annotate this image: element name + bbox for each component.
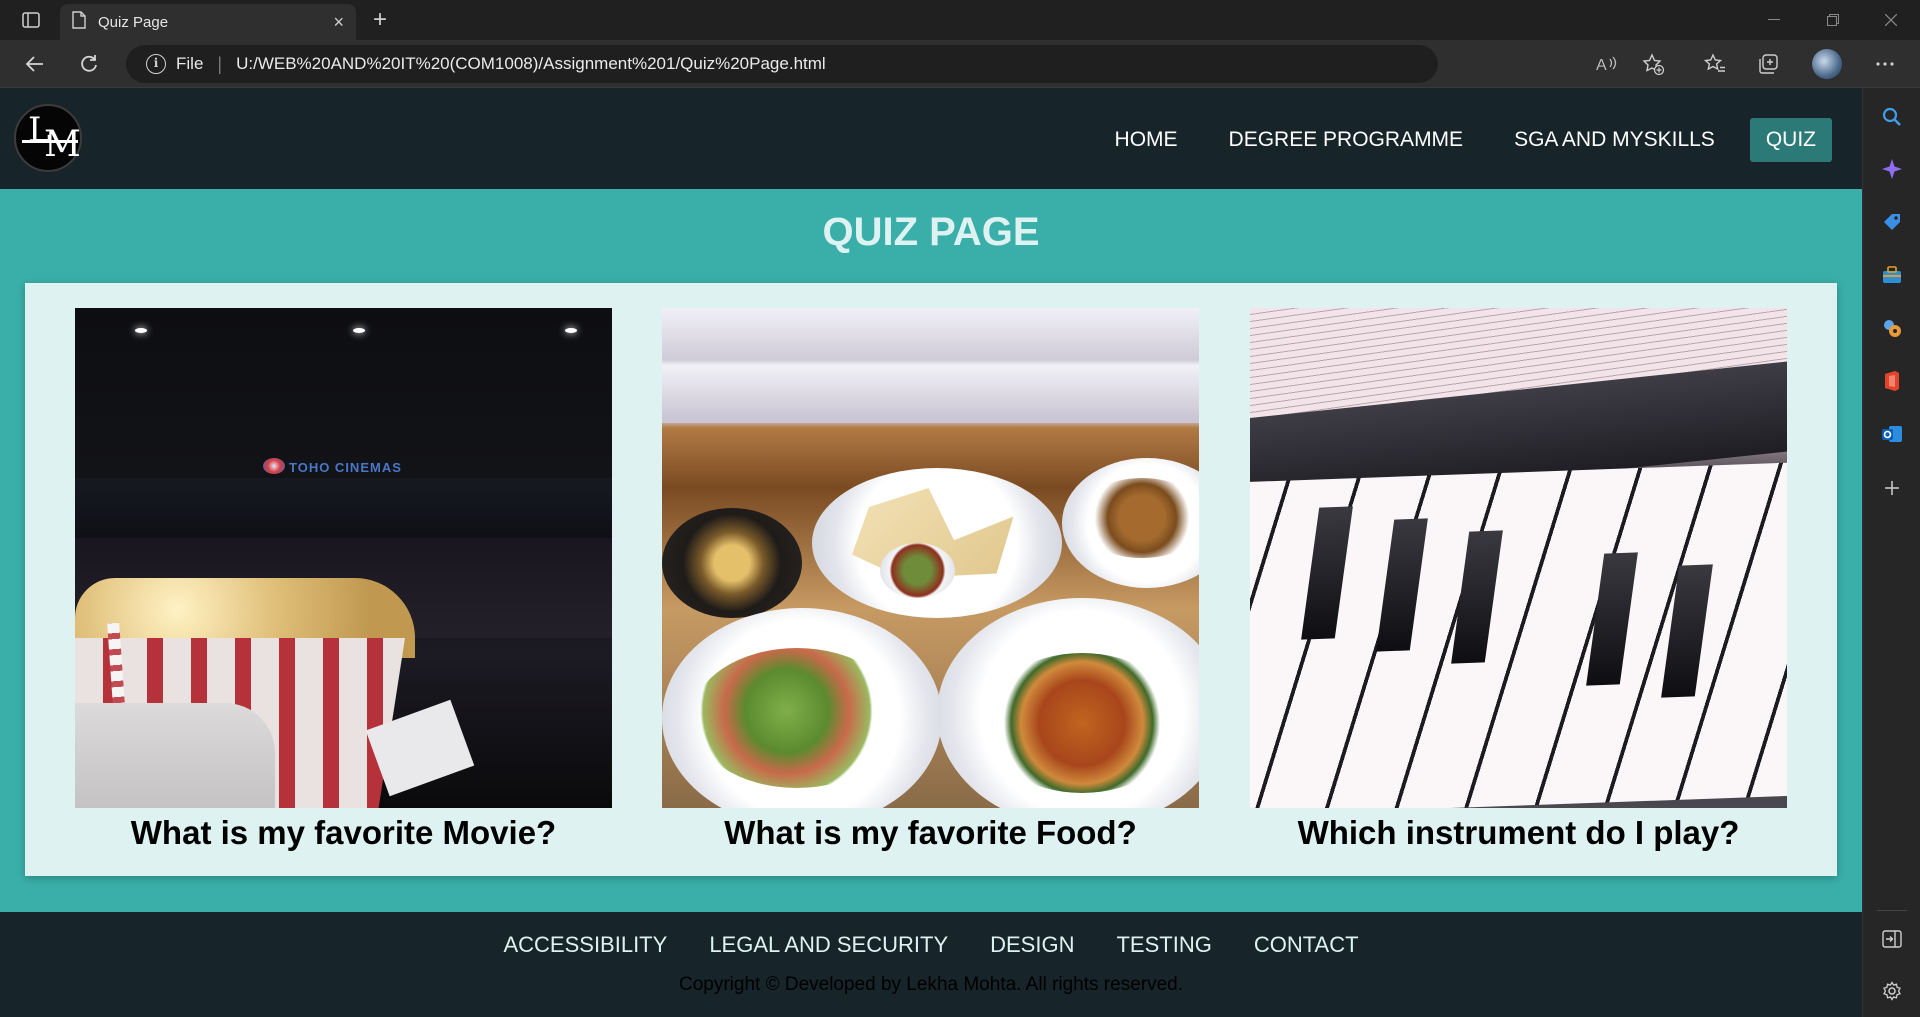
restaurant-seat — [662, 308, 1199, 423]
nav-sga-and-myskills[interactable]: SGA AND MYSKILLS — [1498, 118, 1731, 162]
copilot-icon[interactable] — [1879, 156, 1905, 182]
site-nav: HOME DEGREE PROGRAMME SGA AND MYSKILLS Q… — [1080, 118, 1862, 162]
svg-text:A: A — [1596, 57, 1607, 73]
games-icon[interactable] — [1879, 315, 1905, 341]
info-icon[interactable]: i — [146, 54, 166, 74]
back-arrow-icon[interactable] — [18, 48, 52, 80]
site-logo[interactable]: L M — [14, 104, 82, 172]
profile-icon[interactable] — [1812, 49, 1842, 79]
footer-link-contact[interactable]: CONTACT — [1254, 932, 1359, 958]
copyright-text: Copyright © Developed by Lekha Mohta. Al… — [678, 974, 1184, 995]
pasta — [982, 653, 1182, 793]
footer-link-testing[interactable]: TESTING — [1116, 932, 1211, 958]
page-title: QUIZ PAGE — [822, 210, 1040, 254]
browser-toolbar: i File | U:/WEB%20AND%20IT%20(COM1008)/A… — [0, 40, 1920, 88]
tools-icon[interactable] — [1879, 262, 1905, 288]
piano-keys-photo[interactable] — [1250, 308, 1787, 808]
office-icon[interactable] — [1879, 368, 1905, 394]
quiz-card-movie[interactable]: TOHO CINEMAS What is my favorite Movie? — [75, 308, 612, 852]
address-url[interactable]: U:/WEB%20AND%20IT%20(COM1008)/Assignment… — [236, 54, 826, 74]
minimize-window-icon[interactable] — [1745, 0, 1803, 40]
ceiling-light — [565, 328, 577, 333]
add-icon[interactable] — [1879, 475, 1905, 501]
nav-quiz[interactable]: QUIZ — [1749, 118, 1832, 162]
collections-icon[interactable] — [1754, 50, 1784, 78]
close-window-icon[interactable] — [1862, 0, 1920, 40]
footer-link-design[interactable]: DESIGN — [990, 932, 1074, 958]
cinema-brand-logo — [263, 458, 285, 474]
logo-bar — [22, 140, 78, 143]
quiz-question-instrument[interactable]: Which instrument do I play? — [1250, 814, 1787, 852]
page-viewport: L M HOME DEGREE PROGRAMME SGA AND MYSKIL… — [0, 88, 1862, 1017]
favorites-icon[interactable] — [1700, 50, 1730, 78]
new-tab-button[interactable]: + — [365, 6, 395, 34]
footer-link-accessibility[interactable]: ACCESSIBILITY — [503, 932, 667, 958]
add-favorite-icon[interactable] — [1638, 50, 1668, 78]
skillet-dish — [662, 508, 802, 618]
footer-link-legal-and-security[interactable]: LEGAL AND SECURITY — [709, 932, 948, 958]
hide-sidebar-icon[interactable] — [1879, 926, 1905, 952]
browser-sidebar — [1862, 88, 1920, 1017]
nav-home[interactable]: HOME — [1099, 118, 1194, 162]
quiz-question-movie[interactable]: What is my favorite Movie? — [75, 814, 612, 852]
browser-tab[interactable]: Quiz Page × — [60, 4, 356, 40]
read-aloud-icon[interactable]: A — [1592, 50, 1622, 78]
nav-degree-programme[interactable]: DEGREE PROGRAMME — [1213, 118, 1480, 162]
page-file-icon — [72, 10, 86, 34]
search-icon[interactable] — [1879, 104, 1905, 130]
cinema-popcorn-photo[interactable]: TOHO CINEMAS — [75, 308, 612, 808]
tab-title: Quiz Page — [98, 13, 169, 31]
ceiling-light — [353, 328, 365, 333]
drink-cup — [75, 703, 275, 808]
sidebar-divider — [1877, 910, 1907, 911]
address-scheme-label: File — [176, 54, 204, 73]
more-icon[interactable] — [1870, 50, 1900, 78]
salad — [692, 648, 902, 788]
quiz-panel: TOHO CINEMAS What is my favorite Movie? — [25, 283, 1837, 876]
close-tab-icon[interactable]: × — [333, 12, 344, 33]
quiz-question-food[interactable]: What is my favorite Food? — [662, 814, 1199, 852]
browser-tab-bar: Quiz Page × + — [0, 0, 1920, 40]
cinema-brand-text: TOHO CINEMAS — [289, 460, 402, 475]
ceiling-light — [135, 328, 147, 333]
noodles — [1077, 478, 1199, 558]
dip-bowl — [880, 543, 955, 598]
quiz-card-food[interactable]: What is my favorite Food? — [662, 308, 1199, 852]
outlook-icon[interactable] — [1879, 421, 1905, 447]
tab-actions-icon[interactable] — [14, 8, 48, 32]
quiz-card-instrument[interactable]: Which instrument do I play? — [1250, 308, 1787, 852]
footer-nav: ACCESSIBILITY LEGAL AND SECURITY DESIGN … — [0, 932, 1862, 958]
settings-icon[interactable] — [1879, 978, 1905, 1004]
site-footer: ACCESSIBILITY LEGAL AND SECURITY DESIGN … — [0, 912, 1862, 1017]
restore-window-icon[interactable] — [1804, 0, 1862, 40]
food-plates-photo[interactable] — [662, 308, 1199, 808]
shopping-icon[interactable] — [1879, 209, 1905, 235]
cinema-screen — [75, 478, 612, 538]
address-separator: | — [217, 53, 223, 74]
site-header: L M HOME DEGREE PROGRAMME SGA AND MYSKIL… — [0, 88, 1862, 189]
reload-icon[interactable] — [72, 48, 106, 80]
address-bar[interactable]: i File | U:/WEB%20AND%20IT%20(COM1008)/A… — [126, 45, 1438, 83]
logo-letter-m: M — [44, 124, 81, 165]
